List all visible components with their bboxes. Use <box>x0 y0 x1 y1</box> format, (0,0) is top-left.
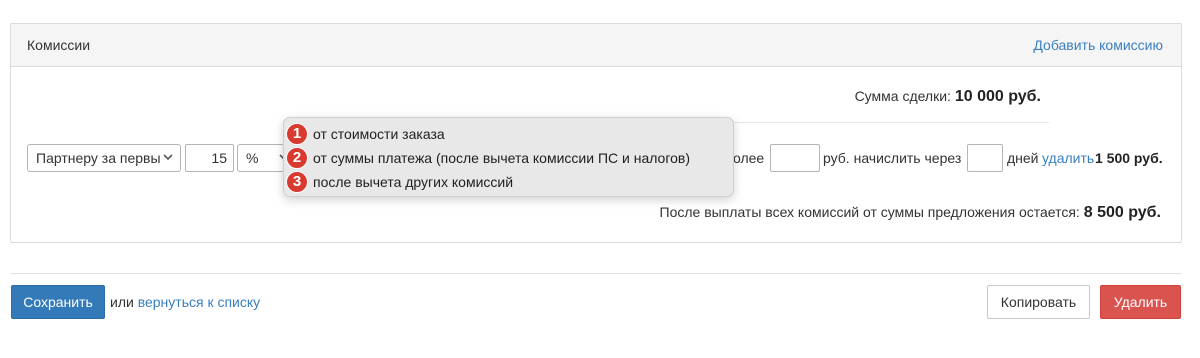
unit-select-value: % <box>246 150 259 166</box>
number-badge: 3 <box>286 171 308 193</box>
threshold-input[interactable] <box>770 144 820 172</box>
panel-title: Комиссии <box>27 37 91 53</box>
dropdown-option[interactable]: 1 от стоимости заказа <box>284 122 733 146</box>
dropdown-option-label: от суммы платежа (после вычета комиссии … <box>313 150 691 166</box>
remaining-sum-amount: 8 500 руб. <box>1083 204 1161 221</box>
recipient-select[interactable]: Партнеру за первы <box>27 144 181 172</box>
back-to-list: или вернуться к списку <box>110 294 260 310</box>
days-input[interactable] <box>967 144 1003 172</box>
chevron-down-icon <box>163 154 173 161</box>
deal-sum-amount: 10 000 руб. <box>954 88 1041 105</box>
delete-commission-link[interactable]: удалить <box>1042 150 1094 166</box>
percent-input[interactable]: 15 <box>185 144 234 172</box>
delete-button[interactable]: Удалить <box>1100 285 1181 319</box>
dropdown-option[interactable]: 2 от суммы платежа (после вычета комисси… <box>284 146 733 170</box>
panel-header: Комиссии Добавить комиссию <box>11 24 1181 67</box>
text-days: дней <box>1007 150 1039 166</box>
save-button[interactable]: Сохранить <box>11 285 105 319</box>
calculation-base-dropdown: 1 от стоимости заказа 2 от суммы платежа… <box>283 117 734 197</box>
dropdown-option[interactable]: 3 после вычета других комиссий <box>284 170 733 194</box>
recipient-select-value: Партнеру за первы <box>36 150 161 166</box>
number-badge: 1 <box>286 123 308 145</box>
or-text: или <box>110 294 134 310</box>
commission-amount: 1 500 руб. <box>1095 150 1163 166</box>
commission-amount-value: 1 500 руб. <box>1095 150 1163 166</box>
deal-sum-label: Сумма сделки: <box>854 88 951 104</box>
number-badge: 2 <box>286 147 308 169</box>
dropdown-option-label: от стоимости заказа <box>313 126 445 142</box>
copy-button[interactable]: Копировать <box>987 285 1090 319</box>
remaining-sum-label: После выплаты всех комиссий от суммы пре… <box>659 204 1080 220</box>
text-rub-after: руб. начислить через <box>823 150 962 166</box>
dropdown-option-label: после вычета других комиссий <box>313 174 514 190</box>
footer-divider <box>10 273 1182 274</box>
back-to-list-link[interactable]: вернуться к списку <box>138 294 260 310</box>
deal-sum: Сумма сделки: 10 000 руб. <box>855 88 1041 106</box>
remaining-sum: После выплаты всех комиссий от суммы пре… <box>660 204 1162 222</box>
text-more: олее <box>733 150 765 166</box>
add-commission-link[interactable]: Добавить комиссию <box>1033 37 1163 53</box>
